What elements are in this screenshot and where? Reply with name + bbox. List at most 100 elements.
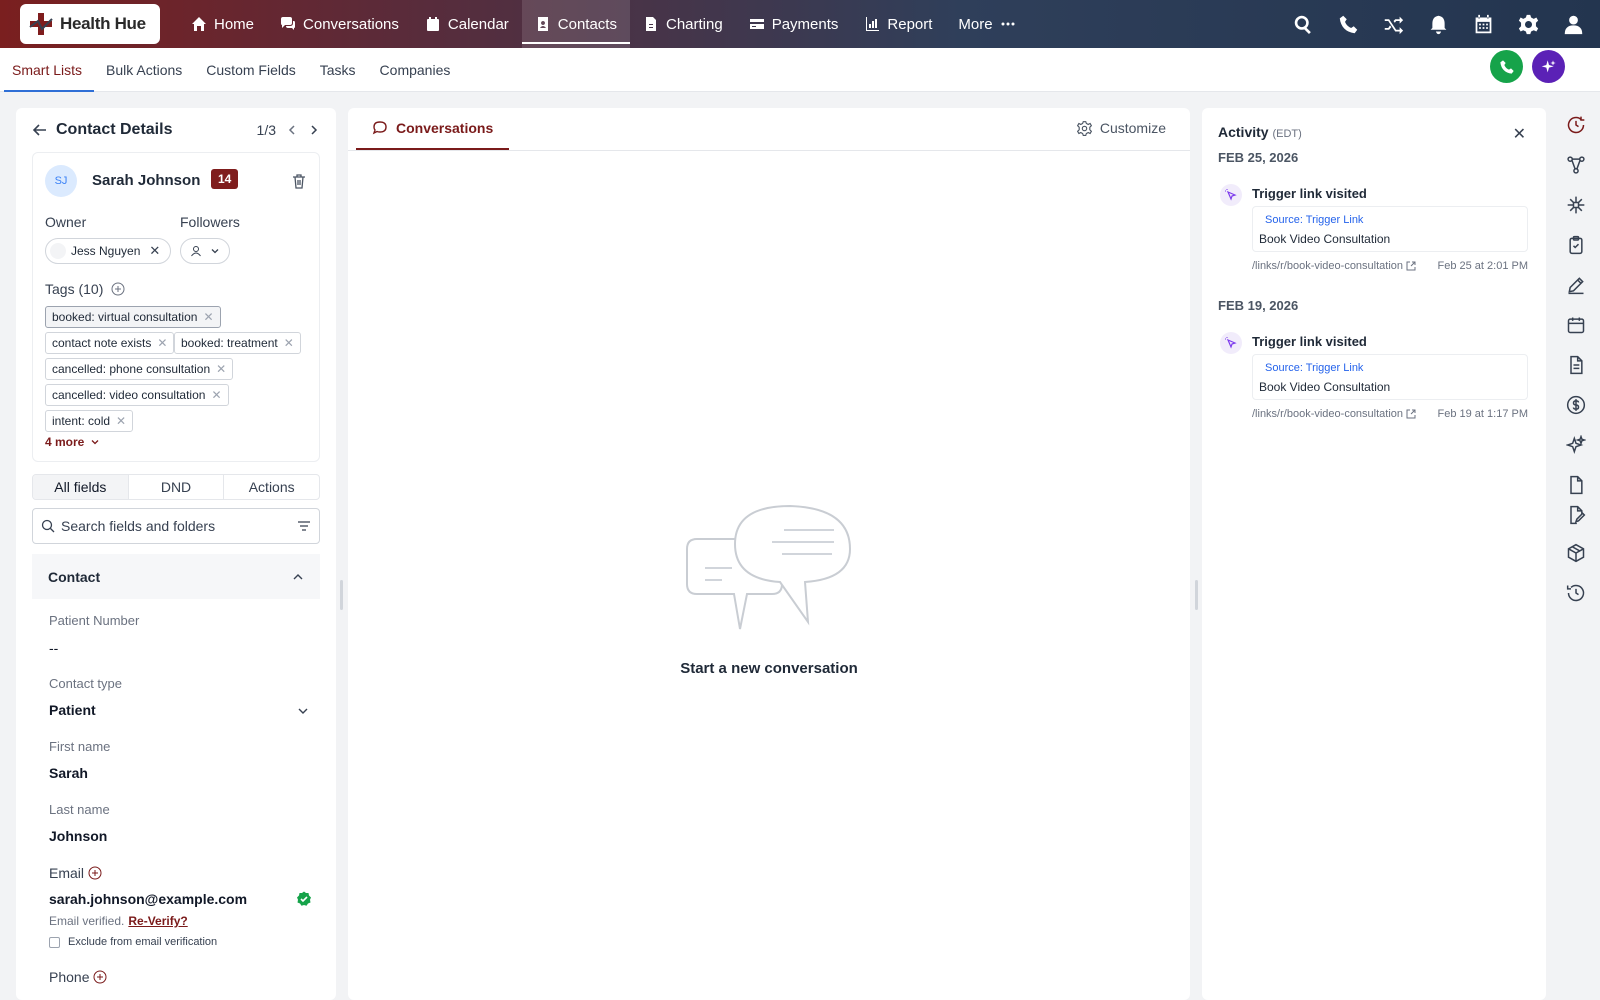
activity-event: Trigger link visited (1252, 334, 1367, 349)
chevron-left-icon[interactable] (286, 124, 298, 136)
remove-tag-icon[interactable]: ✕ (116, 414, 126, 428)
nav-report[interactable]: Report (851, 0, 945, 48)
add-phone-icon[interactable] (93, 970, 107, 984)
followers-label: Followers (180, 214, 240, 230)
owner-chip[interactable]: Jess Nguyen ✕ (45, 238, 172, 264)
pen-icon[interactable] (1565, 274, 1587, 296)
automation-icon[interactable] (1565, 194, 1587, 216)
tag-chip[interactable]: intent: cold ✕ (45, 410, 134, 432)
calendar-grid-icon[interactable] (1473, 14, 1494, 35)
last-name-label: Last name (49, 802, 110, 817)
nav-charting-label: Charting (665, 15, 723, 33)
nav-conversations[interactable]: Conversations (267, 0, 412, 48)
history-icon[interactable] (1565, 582, 1587, 604)
nav-contacts[interactable]: Contacts (521, 0, 631, 48)
file-edit-icon[interactable] (1565, 504, 1587, 526)
activity-event: Trigger link visited (1252, 186, 1367, 201)
activity-card[interactable]: Source: Trigger Link Book Video Consulta… (1252, 206, 1528, 252)
tag-label: contact note exists (52, 336, 152, 350)
tab-conversations[interactable]: Conversations (356, 108, 510, 150)
trash-icon[interactable] (291, 173, 307, 189)
verified-check-icon (297, 891, 311, 906)
bell-icon[interactable] (1428, 14, 1449, 35)
back-arrow-icon[interactable] (32, 122, 48, 138)
activity-link[interactable]: /links/r/book-video-consultation (1252, 260, 1416, 272)
workflow-icon[interactable] (1565, 154, 1587, 176)
field-tabs: All fields DND Actions (32, 474, 320, 500)
activity-date: FEB 19, 2026 (1218, 298, 1299, 313)
tag-label: cancelled: phone consultation (52, 362, 211, 376)
subnav-tasks[interactable]: Tasks (308, 48, 368, 92)
subnav-bulk-actions[interactable]: Bulk Actions (94, 48, 194, 92)
shuffle-icon[interactable] (1383, 14, 1404, 35)
followers-select[interactable] (180, 238, 230, 264)
nav-more[interactable]: More (945, 0, 1028, 48)
subnav-smart-lists[interactable]: Smart Lists (0, 48, 95, 92)
chevron-right-icon[interactable] (308, 124, 320, 136)
reverify-link[interactable]: Re-Verify? (128, 914, 187, 928)
customize-button[interactable]: Customize (1076, 120, 1166, 136)
activity-clock-icon[interactable] (1565, 114, 1587, 136)
email-verification-status: Email verified. Re-Verify? (49, 914, 188, 928)
gear-icon[interactable] (1518, 14, 1539, 35)
close-icon[interactable]: ✕ (149, 243, 160, 259)
tag-chip[interactable]: booked: treatment ✕ (174, 332, 301, 354)
activity-card[interactable]: Source: Trigger Link Book Video Consulta… (1252, 354, 1528, 400)
chat-bubble-icon (372, 121, 387, 135)
search-fields-input[interactable] (61, 518, 291, 534)
activity-title: Activity (EDT) (1218, 124, 1302, 140)
dollar-icon[interactable] (1565, 394, 1587, 416)
user-icon[interactable] (1563, 14, 1584, 35)
contact-type-value[interactable]: Patient (49, 702, 96, 718)
nav-payments[interactable]: Payments (736, 0, 852, 48)
tab-dnd[interactable]: DND (127, 475, 224, 499)
remove-tag-icon[interactable]: ✕ (211, 388, 221, 402)
remove-tag-icon[interactable]: ✕ (284, 336, 294, 350)
tag-chip[interactable]: contact note exists ✕ (45, 332, 175, 354)
close-icon[interactable]: ✕ (1513, 124, 1526, 144)
patient-number-value[interactable]: -- (49, 640, 58, 656)
nav-calendar[interactable]: Calendar (412, 0, 522, 48)
subnav-companies[interactable]: Companies (368, 48, 463, 92)
resize-handle[interactable] (340, 580, 343, 610)
remove-tag-icon[interactable]: ✕ (203, 310, 213, 324)
add-email-icon[interactable] (88, 866, 102, 880)
contact-section-header[interactable]: Contact (32, 554, 320, 599)
filter-icon[interactable] (297, 519, 311, 533)
phone-icon[interactable] (1338, 14, 1359, 35)
last-name-value[interactable]: Johnson (49, 828, 107, 844)
tag-label: intent: cold (52, 414, 111, 428)
call-button[interactable] (1490, 50, 1523, 83)
external-link-icon (1406, 409, 1416, 419)
tab-all-fields[interactable]: All fields (33, 475, 128, 499)
tag-chip[interactable]: cancelled: video consultation ✕ (45, 384, 229, 406)
email-value[interactable]: sarah.johnson@example.com (49, 891, 247, 907)
add-tag-icon[interactable] (111, 282, 125, 296)
activity-link[interactable]: /links/r/book-video-consultation (1252, 408, 1416, 420)
chevron-down-icon[interactable] (297, 705, 309, 717)
activity-source: Source: Trigger Link (1265, 362, 1364, 374)
nav-charting[interactable]: Charting (630, 0, 736, 48)
ai-assistant-button[interactable] (1532, 50, 1565, 83)
nav-home[interactable]: Home (178, 0, 267, 48)
package-icon[interactable] (1565, 542, 1587, 564)
exclude-checkbox[interactable] (49, 936, 60, 948)
activity-panel: Activity (EDT) ✕ FEB 25, 2026 Trigger li… (1202, 108, 1546, 1000)
brand-logo[interactable]: Health Hue (20, 4, 160, 44)
search-icon[interactable] (1293, 14, 1314, 35)
clipboard-check-icon[interactable] (1565, 234, 1587, 256)
sparkle-icon[interactable] (1565, 434, 1587, 456)
resize-handle[interactable] (1195, 580, 1198, 610)
activity-link-text: /links/r/book-video-consultation (1252, 260, 1404, 272)
calendar-icon[interactable] (1565, 314, 1587, 336)
tag-chip[interactable]: cancelled: phone consultation ✕ (45, 358, 234, 380)
subnav-custom-fields[interactable]: Custom Fields (194, 48, 307, 92)
more-tags-link[interactable]: 4 more (45, 435, 100, 449)
first-name-value[interactable]: Sarah (49, 765, 88, 781)
tab-actions[interactable]: Actions (223, 475, 319, 499)
tag-chip[interactable]: booked: virtual consultation ✕ (45, 306, 221, 328)
remove-tag-icon[interactable]: ✕ (216, 362, 226, 376)
document-icon[interactable] (1565, 354, 1587, 376)
remove-tag-icon[interactable]: ✕ (157, 336, 167, 350)
file-icon[interactable] (1565, 474, 1587, 496)
